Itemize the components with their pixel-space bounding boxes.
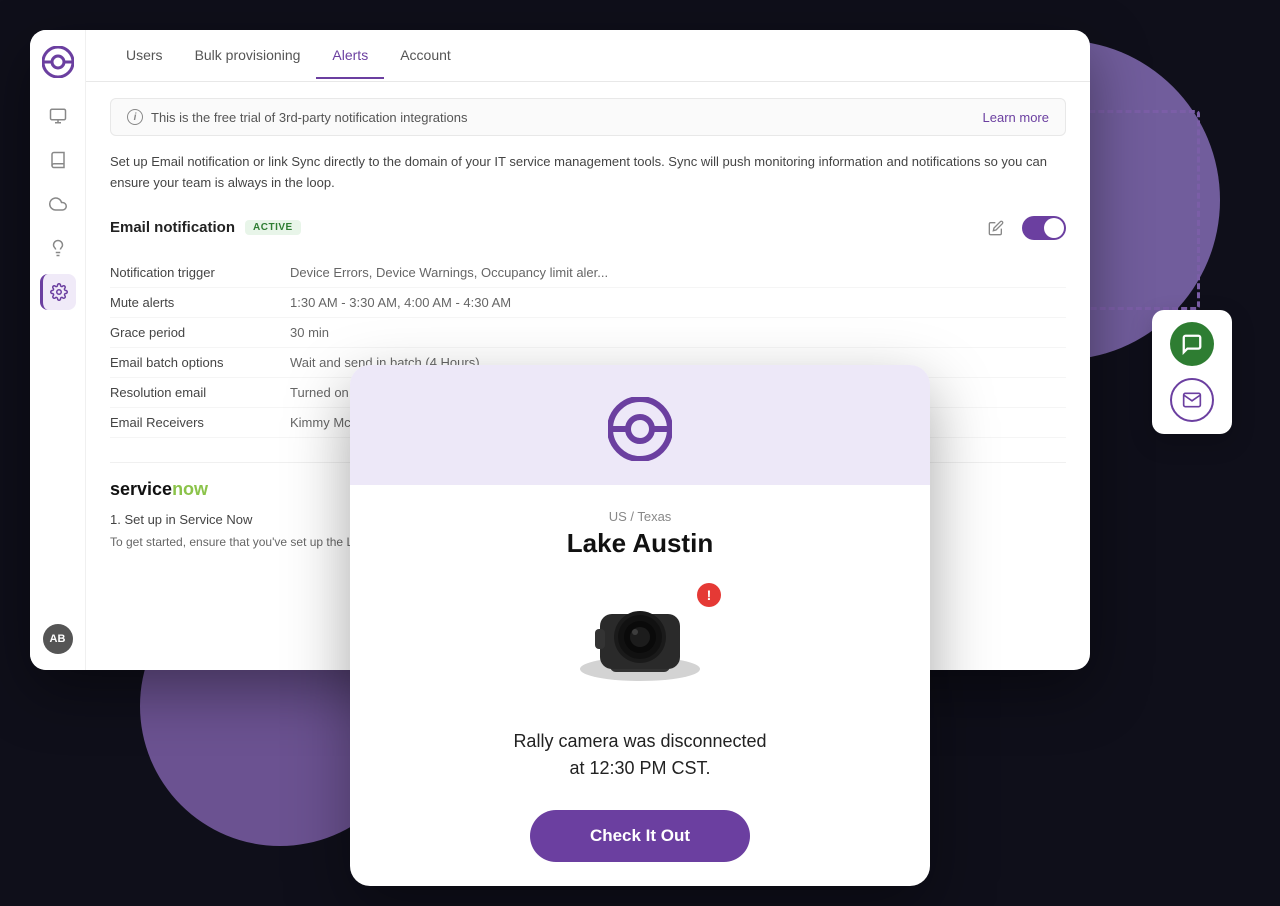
error-badge: ! [697,583,721,607]
field-label: Notification trigger [110,258,290,288]
tab-account[interactable]: Account [384,33,467,79]
widget-card [1152,310,1232,434]
tab-users[interactable]: Users [110,33,179,79]
field-value: Device Errors, Device Warnings, Occupanc… [290,258,1066,288]
description-text: Set up Email notification or link Sync d… [110,152,1066,194]
user-avatar[interactable]: AB [43,624,73,654]
notif-location: US / Texas [390,509,890,524]
field-label: Grace period [110,317,290,347]
camera-image-container: ! [565,579,715,704]
field-value: 1:30 AM - 3:30 AM, 4:00 AM - 4:30 AM [290,287,1066,317]
field-label: Email Receivers [110,407,290,437]
notification-card: US / Texas Lake Austin [350,365,930,886]
sidebar-item-lightbulb[interactable] [40,230,76,266]
notif-room: Lake Austin [390,528,890,559]
edit-button[interactable] [982,214,1010,242]
top-nav: Users Bulk provisioning Alerts Account [86,30,1090,82]
email-notification-title: Email notification [110,219,235,236]
tab-alerts[interactable]: Alerts [316,33,384,79]
learn-more-link[interactable]: Learn more [983,110,1049,125]
field-value: 30 min [290,317,1066,347]
check-it-out-button[interactable]: Check It Out [530,810,750,862]
info-banner: i This is the free trial of 3rd-party no… [110,98,1066,136]
tab-bulk-provisioning[interactable]: Bulk provisioning [179,33,317,79]
camera-image [565,579,715,699]
sidebar-item-settings[interactable] [40,274,76,310]
table-row: Grace period 30 min [110,317,1066,347]
sidebar: AB [30,30,86,670]
sidebar-item-devices[interactable] [40,98,76,134]
email-notification-toggle[interactable] [1022,216,1066,240]
table-row: Notification trigger Device Errors, Devi… [110,258,1066,288]
info-icon: i [127,109,143,125]
info-banner-text: This is the free trial of 3rd-party noti… [151,110,467,125]
notif-card-body: US / Texas Lake Austin [350,485,930,886]
active-badge: ACTIVE [245,220,301,235]
notif-message: Rally camera was disconnected at 12:30 P… [390,728,890,782]
field-label: Mute alerts [110,287,290,317]
notif-card-header [350,365,930,485]
sidebar-item-book[interactable] [40,142,76,178]
sidebar-item-cloud[interactable] [40,186,76,222]
mail-widget-icon[interactable] [1170,378,1214,422]
chat-widget-icon[interactable] [1170,322,1214,366]
app-logo[interactable] [42,46,74,78]
notif-logo [608,397,672,461]
device-container: ! [565,579,715,704]
email-notification-section: Email notification ACTIVE [110,214,1066,242]
field-label: Email batch options [110,347,290,377]
table-row: Mute alerts 1:30 AM - 3:30 AM, 4:00 AM -… [110,287,1066,317]
field-label: Resolution email [110,377,290,407]
